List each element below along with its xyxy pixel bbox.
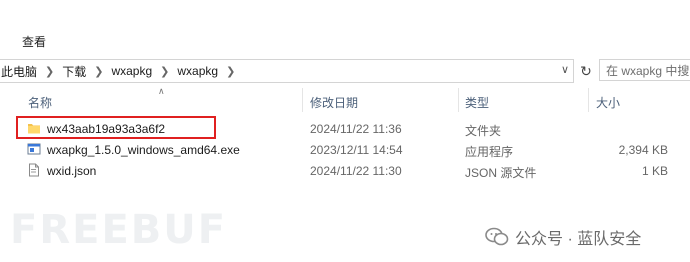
chevron-down-icon[interactable]: ∨: [561, 63, 569, 76]
breadcrumb-this-pc[interactable]: 此电脑 ❯: [0, 63, 60, 80]
breadcrumb-label: wxapkg: [177, 64, 219, 78]
file-type: JSON 源文件: [465, 166, 537, 180]
column-header-modified[interactable]: 修改日期: [310, 94, 358, 111]
wechat-account-label: 公众号 · 蓝队安全: [485, 225, 641, 249]
search-placeholder: 在 wxapkg 中搜: [606, 63, 690, 78]
file-type: 文件夹: [465, 124, 502, 138]
file-size: 1 KB: [641, 164, 668, 178]
file-name: wxid.json: [47, 164, 97, 178]
file-row[interactable]: wxapkg_1.5.0_windows_amd64.exe 2023/12/1…: [0, 139, 690, 159]
exe-icon: [27, 143, 41, 155]
highlight-box: [16, 116, 216, 139]
wechat-icon: [485, 227, 509, 246]
column-headers: ∧ 名称 修改日期 类型 大小: [0, 86, 690, 114]
view-tab[interactable]: 查看: [22, 33, 46, 50]
breadcrumb-wxapkg-parent[interactable]: wxapkg ❯: [109, 64, 175, 78]
file-type: 应用程序: [465, 145, 514, 159]
file-modified: 2024/11/22 11:30: [310, 164, 402, 178]
sort-up-icon: ∧: [158, 86, 165, 96]
wechat-label-text: 公众号 · 蓝队安全: [515, 231, 642, 248]
breadcrumb-wxapkg-current[interactable]: wxapkg ❯: [175, 64, 241, 78]
file-name: wxapkg_1.5.0_windows_amd64.exe: [47, 143, 240, 157]
column-divider[interactable]: [588, 88, 589, 112]
chevron-right-icon[interactable]: ❯: [94, 65, 103, 78]
column-header-size[interactable]: 大小: [596, 94, 620, 111]
file-modified: 2023/12/11 14:54: [310, 143, 403, 157]
breadcrumb-label: wxapkg: [111, 64, 153, 78]
chevron-right-icon[interactable]: ❯: [45, 65, 54, 78]
chevron-right-icon[interactable]: ❯: [226, 65, 235, 78]
json-file-icon: [29, 163, 39, 177]
chevron-right-icon[interactable]: ❯: [160, 65, 169, 78]
search-input[interactable]: 在 wxapkg 中搜: [599, 59, 690, 81]
breadcrumb-label: 此电脑: [1, 64, 38, 79]
file-size: 2,394 KB: [618, 143, 668, 157]
freebuf-watermark: FREEBUF: [10, 207, 228, 253]
column-divider[interactable]: [302, 88, 303, 112]
column-header-type[interactable]: 类型: [465, 94, 489, 111]
column-divider[interactable]: [458, 88, 459, 112]
file-row[interactable]: wxid.json 2024/11/22 11:30 JSON 源文件 1 KB: [0, 160, 690, 180]
ribbon: 查看: [0, 0, 690, 54]
column-header-name[interactable]: 名称: [28, 94, 52, 111]
breadcrumb-label: 下载: [62, 64, 87, 79]
breadcrumb-downloads[interactable]: 下载 ❯: [60, 63, 109, 80]
refresh-icon: ↻: [580, 62, 592, 79]
address-bar[interactable]: 此电脑 ❯ 下载 ❯ wxapkg ❯ wxapkg ❯ ∨: [0, 59, 574, 83]
file-modified: 2024/11/22 11:36: [310, 122, 402, 136]
refresh-button[interactable]: ↻: [576, 59, 596, 83]
